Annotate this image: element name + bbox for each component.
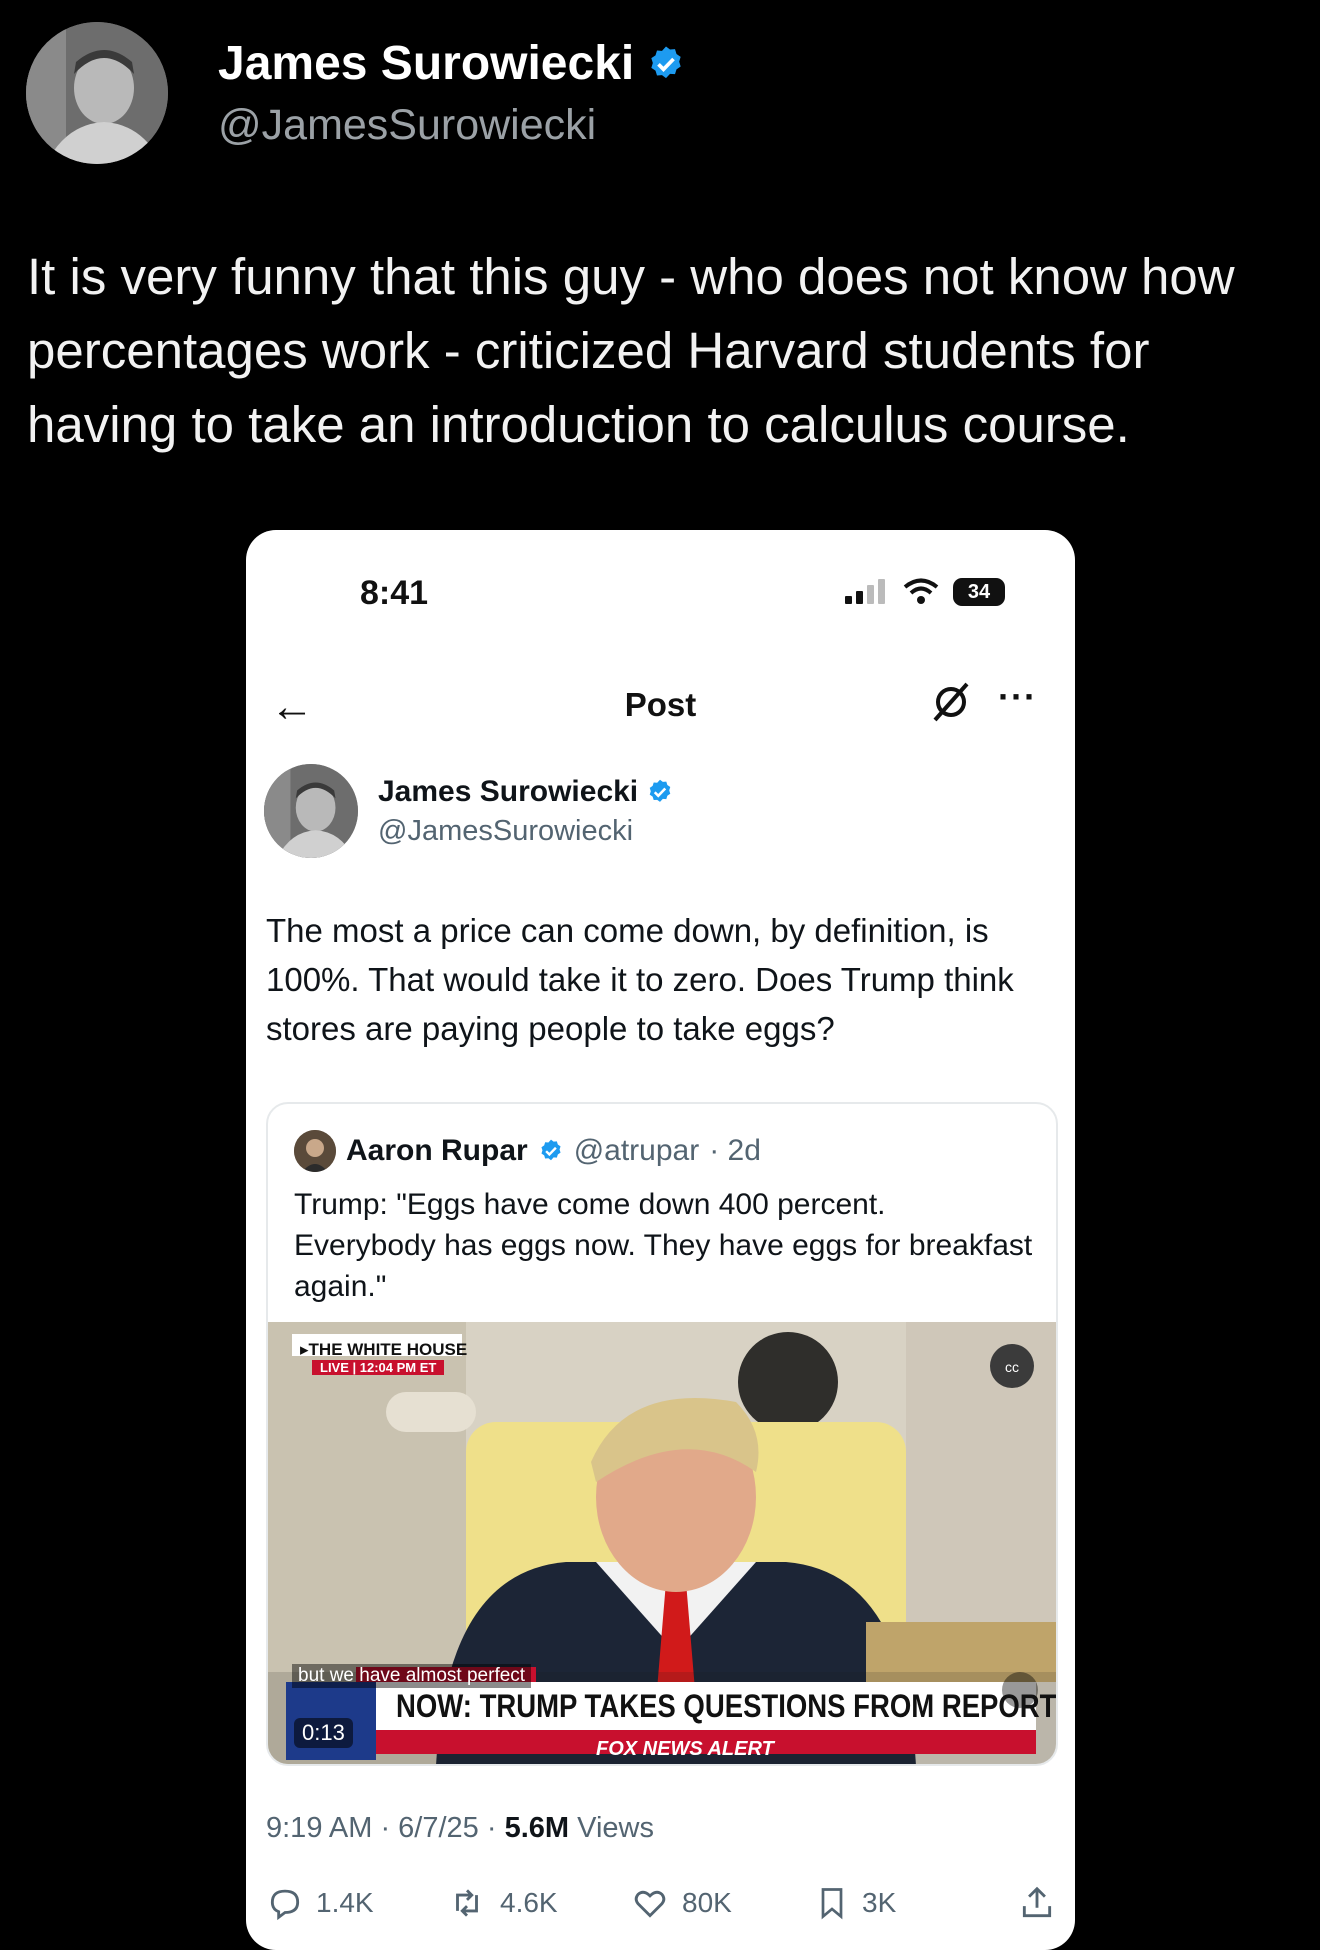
verified-badge-icon — [651, 46, 681, 78]
bookmark-count: 3K — [862, 1887, 897, 1918]
reply-count: 1.4K — [316, 1887, 374, 1918]
inner-post-text: The most a price can come down, by defin… — [266, 912, 1014, 1047]
like-button[interactable]: 80K — [630, 1884, 814, 1922]
verified-badge-icon — [649, 779, 671, 802]
post-metadata: 9:19 AM · 6/7/25 · 5.6M Views — [266, 1812, 654, 1845]
video-caption: but we have almost perfect — [292, 1664, 532, 1688]
post-text: It is very funny that this guy - who doe… — [27, 248, 1235, 453]
repost-count: 4.6K — [500, 1887, 558, 1918]
reply-button[interactable]: 1.4K — [266, 1884, 446, 1922]
quoted-post-age: · 2d — [709, 1134, 761, 1167]
grok-icon[interactable] — [929, 680, 973, 724]
repost-button[interactable]: 4.6K — [446, 1884, 630, 1922]
status-time: 8:41 — [360, 574, 429, 612]
heart-icon — [634, 1890, 666, 1918]
verified-badge-icon — [541, 1139, 561, 1161]
post-nav-bar: ← Post ··· — [246, 676, 1075, 736]
views-count: 5.6M — [504, 1812, 570, 1844]
action-bar: 1.4K 4.6K 80K 3K — [266, 1884, 1056, 1922]
bookmark-icon — [821, 1888, 843, 1920]
quoted-author-handle[interactable]: @atrupar — [574, 1134, 700, 1168]
share-button[interactable] — [1018, 1884, 1056, 1922]
inner-author-name[interactable]: James Surowiecki — [378, 775, 674, 809]
quoted-author-avatar[interactable] — [294, 1130, 336, 1172]
author-avatar[interactable] — [26, 22, 168, 164]
inner-post-header: James Surowiecki @JamesSurowiecki — [264, 764, 674, 858]
more-options-icon[interactable]: ··· — [998, 676, 1037, 718]
bookmark-button[interactable]: 3K — [814, 1884, 984, 1922]
author-handle[interactable]: @JamesSurowiecki — [218, 101, 686, 150]
signal-icon — [845, 579, 885, 604]
quoted-author-name[interactable]: Aaron Rupar — [346, 1134, 528, 1168]
inner-author-handle[interactable]: @JamesSurowiecki — [378, 815, 674, 848]
news-alert-banner: FOX NEWS ALERT — [596, 1738, 774, 1760]
battery-icon: 34 — [953, 578, 1005, 606]
svg-text:cc: cc — [1005, 1359, 1019, 1375]
video-player[interactable]: cc ▸THE WHITE HOUSE LIVE | 12:04 PM ET b… — [268, 1322, 1058, 1764]
embedded-screenshot[interactable]: 8:41 34 ← Post ··· James Surowiecki @Jam… — [246, 530, 1075, 1950]
video-elapsed-time: 0:13 — [294, 1718, 353, 1748]
outer-post-header: James Surowiecki @JamesSurowiecki — [26, 22, 686, 164]
quoted-post[interactable]: Aaron Rupar @atrupar · 2d Trump: "Eggs h… — [266, 1102, 1058, 1766]
author-name[interactable]: James Surowiecki — [218, 36, 686, 91]
like-count: 80K — [682, 1887, 732, 1918]
news-headline: NOW: TRUMP TAKES QUESTIONS FROM REPORTER… — [396, 1688, 1058, 1724]
quoted-post-header: Aaron Rupar @atrupar · 2d — [294, 1130, 761, 1172]
share-icon — [1022, 1886, 1052, 1918]
inner-author-avatar[interactable] — [264, 764, 358, 858]
quoted-post-text: Trump: "Eggs have come down 400 percent.… — [294, 1188, 1033, 1303]
post-timestamp: 9:19 AM · 6/7/25 · — [266, 1812, 505, 1844]
wifi-icon — [903, 578, 939, 604]
status-icons: 34 — [843, 578, 1005, 606]
views-label: Views — [569, 1812, 654, 1844]
repost-icon — [456, 1889, 478, 1917]
reply-icon — [270, 1889, 300, 1921]
source-label: ▸THE WHITE HOUSE — [300, 1340, 468, 1359]
live-badge: LIVE | 12:04 PM ET — [312, 1360, 445, 1375]
